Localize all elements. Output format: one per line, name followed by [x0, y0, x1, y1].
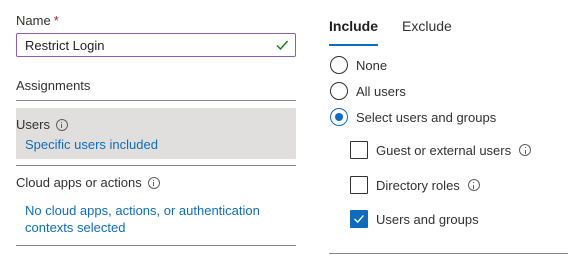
cloud-apps-divider	[16, 245, 296, 246]
checkbox-guest-external-users[interactable]: Guest or external users	[350, 141, 532, 159]
users-label: Users	[16, 117, 68, 132]
radio-button[interactable]	[330, 56, 348, 74]
assignments-divider	[16, 100, 296, 101]
users-summary-link[interactable]: Specific users included	[25, 137, 158, 152]
users-assignment-row[interactable]: Users Specific users included	[16, 108, 296, 159]
checkbox-label-text: Guest or external users	[376, 142, 512, 158]
users-divider	[16, 165, 296, 166]
assignments-heading: Assignments	[16, 78, 91, 93]
checkbox-users-and-groups[interactable]: Users and groups	[350, 210, 479, 228]
radio-button[interactable]	[330, 82, 348, 100]
tab-include[interactable]: Include	[329, 18, 379, 46]
radio-select-users-and-groups[interactable]: Select users and groups	[330, 108, 496, 126]
checkbox-label: Users and groups	[376, 212, 479, 227]
policy-name-value[interactable]: Restrict Login	[25, 38, 104, 53]
checkbox-checked[interactable]	[350, 210, 368, 228]
info-icon[interactable]	[467, 179, 480, 191]
checkbox-label-text: Directory roles	[376, 177, 460, 193]
radio-label: None	[356, 57, 388, 73]
required-asterisk: *	[53, 13, 59, 28]
info-icon[interactable]	[519, 144, 532, 156]
checkbox[interactable]	[350, 141, 368, 159]
cloud-apps-summary-link[interactable]: No cloud apps, actions, or authenticatio…	[25, 202, 287, 236]
name-label: Name *	[16, 13, 59, 28]
radio-label: Select users and groups	[356, 109, 497, 125]
radio-button-selected[interactable]	[330, 108, 348, 126]
info-icon[interactable]	[55, 118, 68, 131]
checkbox[interactable]	[350, 176, 368, 194]
include-exclude-tabs: Include Exclude	[329, 18, 476, 46]
users-label-text: Users	[16, 117, 50, 132]
checkmark-icon	[354, 215, 364, 224]
radio-label: All users	[356, 83, 406, 99]
cloud-apps-label: Cloud apps or actions	[16, 175, 160, 190]
checkbox-label-text: Users and groups	[376, 211, 479, 227]
checkmark-icon	[276, 40, 289, 51]
info-icon[interactable]	[147, 176, 160, 189]
options-divider	[329, 253, 568, 254]
checkbox-label: Guest or external users	[376, 142, 532, 158]
cloud-apps-label-text: Cloud apps or actions	[16, 175, 142, 190]
radio-all-users[interactable]: All users	[330, 82, 406, 100]
tab-exclude[interactable]: Exclude	[402, 18, 452, 44]
policy-name-input[interactable]: Restrict Login	[16, 33, 296, 57]
name-label-text: Name	[16, 13, 51, 28]
checkbox-directory-roles[interactable]: Directory roles	[350, 176, 480, 194]
checkbox-label: Directory roles	[376, 178, 480, 193]
radio-none[interactable]: None	[330, 56, 387, 74]
